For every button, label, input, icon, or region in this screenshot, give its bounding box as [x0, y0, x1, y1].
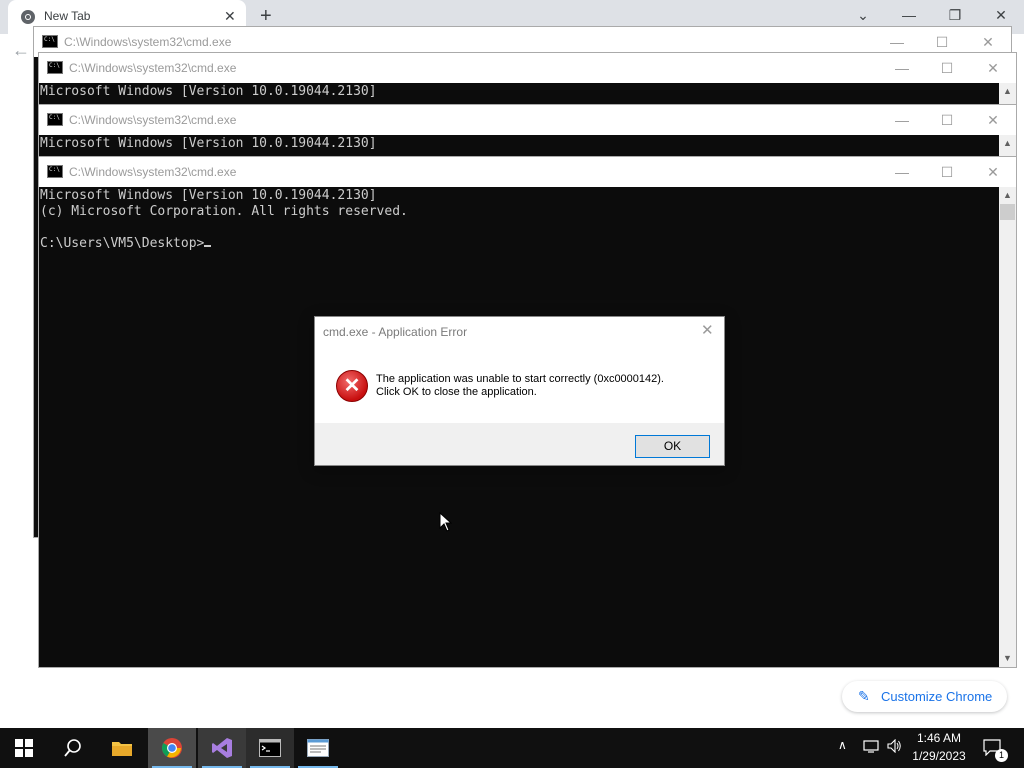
cmd-app-icon [42, 35, 58, 48]
scroll-up-arrow-icon[interactable]: ▲ [999, 83, 1016, 100]
cmd-close-button[interactable]: ✕ [978, 57, 1008, 79]
file-explorer-icon [112, 742, 132, 756]
notepad-icon [307, 739, 329, 757]
taskbar-chrome[interactable] [148, 728, 196, 768]
new-tab-button[interactable]: + [260, 4, 272, 28]
chrome-restore-button[interactable]: ❐ [940, 5, 970, 25]
console-line: Microsoft Windows [Version 10.0.19044.21… [40, 84, 377, 99]
chrome-minimize-button[interactable]: — [894, 5, 924, 25]
cmd-minimize-button[interactable]: — [882, 31, 912, 53]
cmd-scrollbar[interactable]: ▲ ▼ [999, 187, 1016, 667]
cmd-titlebar[interactable]: C:\Windows\system32\cmd.exe — ☐ ✕ [39, 105, 1016, 135]
dialog-message-line-1: The application was unable to start corr… [376, 373, 664, 385]
visual-studio-icon [212, 738, 232, 758]
tab-title: New Tab [44, 9, 91, 23]
taskbar-visual-studio[interactable] [198, 728, 246, 768]
console-line: Microsoft Windows [Version 10.0.19044.21… [40, 136, 377, 151]
cmd-titlebar[interactable]: C:\Windows\system32\cmd.exe — ☐ ✕ [39, 157, 1016, 187]
dialog-message: The application was unable to start corr… [376, 373, 664, 399]
pencil-icon: ✎ [858, 688, 870, 704]
dialog-title: cmd.exe - Application Error [323, 325, 468, 339]
cmd-titlebar[interactable]: C:\Windows\system32\cmd.exe — ☐ ✕ [39, 53, 1016, 83]
dialog-message-line-2: Click OK to close the application. [376, 386, 537, 398]
cmd-window-title: C:\Windows\system32\cmd.exe [69, 61, 237, 75]
notification-count-badge: 1 [995, 749, 1008, 762]
customize-chrome-button[interactable]: ✎ Customize Chrome [842, 681, 1007, 712]
cmd-window-2[interactable]: C:\Windows\system32\cmd.exe — ☐ ✕ Micros… [38, 52, 1017, 108]
scroll-up-arrow-icon[interactable]: ▲ [999, 187, 1016, 204]
cmd-window-3[interactable]: C:\Windows\system32\cmd.exe — ☐ ✕ Micros… [38, 104, 1017, 160]
volume-icon[interactable] [886, 739, 902, 753]
console-line: Microsoft Windows [Version 10.0.19044.21… [40, 188, 377, 203]
cmd-app-icon [47, 61, 63, 74]
taskbar-file-explorer[interactable] [98, 728, 146, 768]
cmd-window-title: C:\Windows\system32\cmd.exe [69, 165, 237, 179]
chrome-close-button[interactable]: ✕ [986, 5, 1016, 25]
taskbar-cmd[interactable] [246, 728, 294, 768]
cmd-close-button[interactable]: ✕ [973, 31, 1003, 53]
cmd-maximize-button[interactable]: ☐ [932, 109, 962, 131]
tab-close-icon[interactable]: ✕ [224, 8, 236, 25]
windows-start-icon [15, 739, 33, 757]
cmd-close-button[interactable]: ✕ [978, 161, 1008, 183]
cmd-minimize-button[interactable]: — [887, 57, 917, 79]
clock-date[interactable]: 1/29/2023 [906, 749, 972, 763]
tab-search-icon[interactable]: ⌄ [848, 5, 878, 25]
cmd-window-title: C:\Windows\system32\cmd.exe [69, 113, 237, 127]
cmd-close-button[interactable]: ✕ [978, 109, 1008, 131]
application-error-dialog[interactable]: cmd.exe - Application Error ✕ ✕ The appl… [314, 316, 725, 466]
error-x-icon: ✕ [336, 370, 368, 402]
cmd-window-title: C:\Windows\system32\cmd.exe [64, 35, 232, 49]
cmd-maximize-button[interactable]: ☐ [927, 31, 957, 53]
console-prompt-line: C:\Users\VM5\Desktop> [40, 236, 999, 252]
ok-button[interactable]: OK [635, 435, 710, 458]
scroll-thumb[interactable] [1000, 204, 1015, 220]
taskbar-search-button[interactable] [48, 728, 96, 768]
start-button[interactable] [0, 728, 48, 768]
cmd-app-icon [47, 113, 63, 126]
chrome-favicon-icon [21, 10, 35, 24]
back-arrow-icon[interactable]: ← [12, 40, 30, 61]
cmd-maximize-button[interactable]: ☐ [932, 57, 962, 79]
scroll-down-arrow-icon[interactable]: ▼ [999, 650, 1016, 667]
dialog-close-icon[interactable]: ✕ [701, 321, 714, 339]
cmd-maximize-button[interactable]: ☐ [932, 161, 962, 183]
text-cursor [204, 245, 212, 247]
customize-chrome-label: Customize Chrome [881, 689, 993, 704]
console-prompt: C:\Users\VM5\Desktop> [40, 236, 205, 251]
search-icon [64, 739, 81, 757]
taskbar-notepad[interactable] [294, 728, 342, 768]
network-icon[interactable] [863, 739, 879, 753]
show-hidden-icons-button[interactable]: ∧ [838, 738, 847, 752]
chrome-icon [161, 738, 182, 758]
console-line: (c) Microsoft Corporation. All rights re… [40, 204, 408, 219]
clock-time[interactable]: 1:46 AM [909, 731, 969, 745]
scroll-up-arrow-icon[interactable]: ▲ [999, 135, 1016, 152]
cmd-app-icon [47, 165, 63, 178]
cmd-icon [259, 739, 281, 757]
cmd-minimize-button[interactable]: — [887, 161, 917, 183]
cmd-minimize-button[interactable]: — [887, 109, 917, 131]
mouse-pointer-icon [439, 512, 453, 532]
